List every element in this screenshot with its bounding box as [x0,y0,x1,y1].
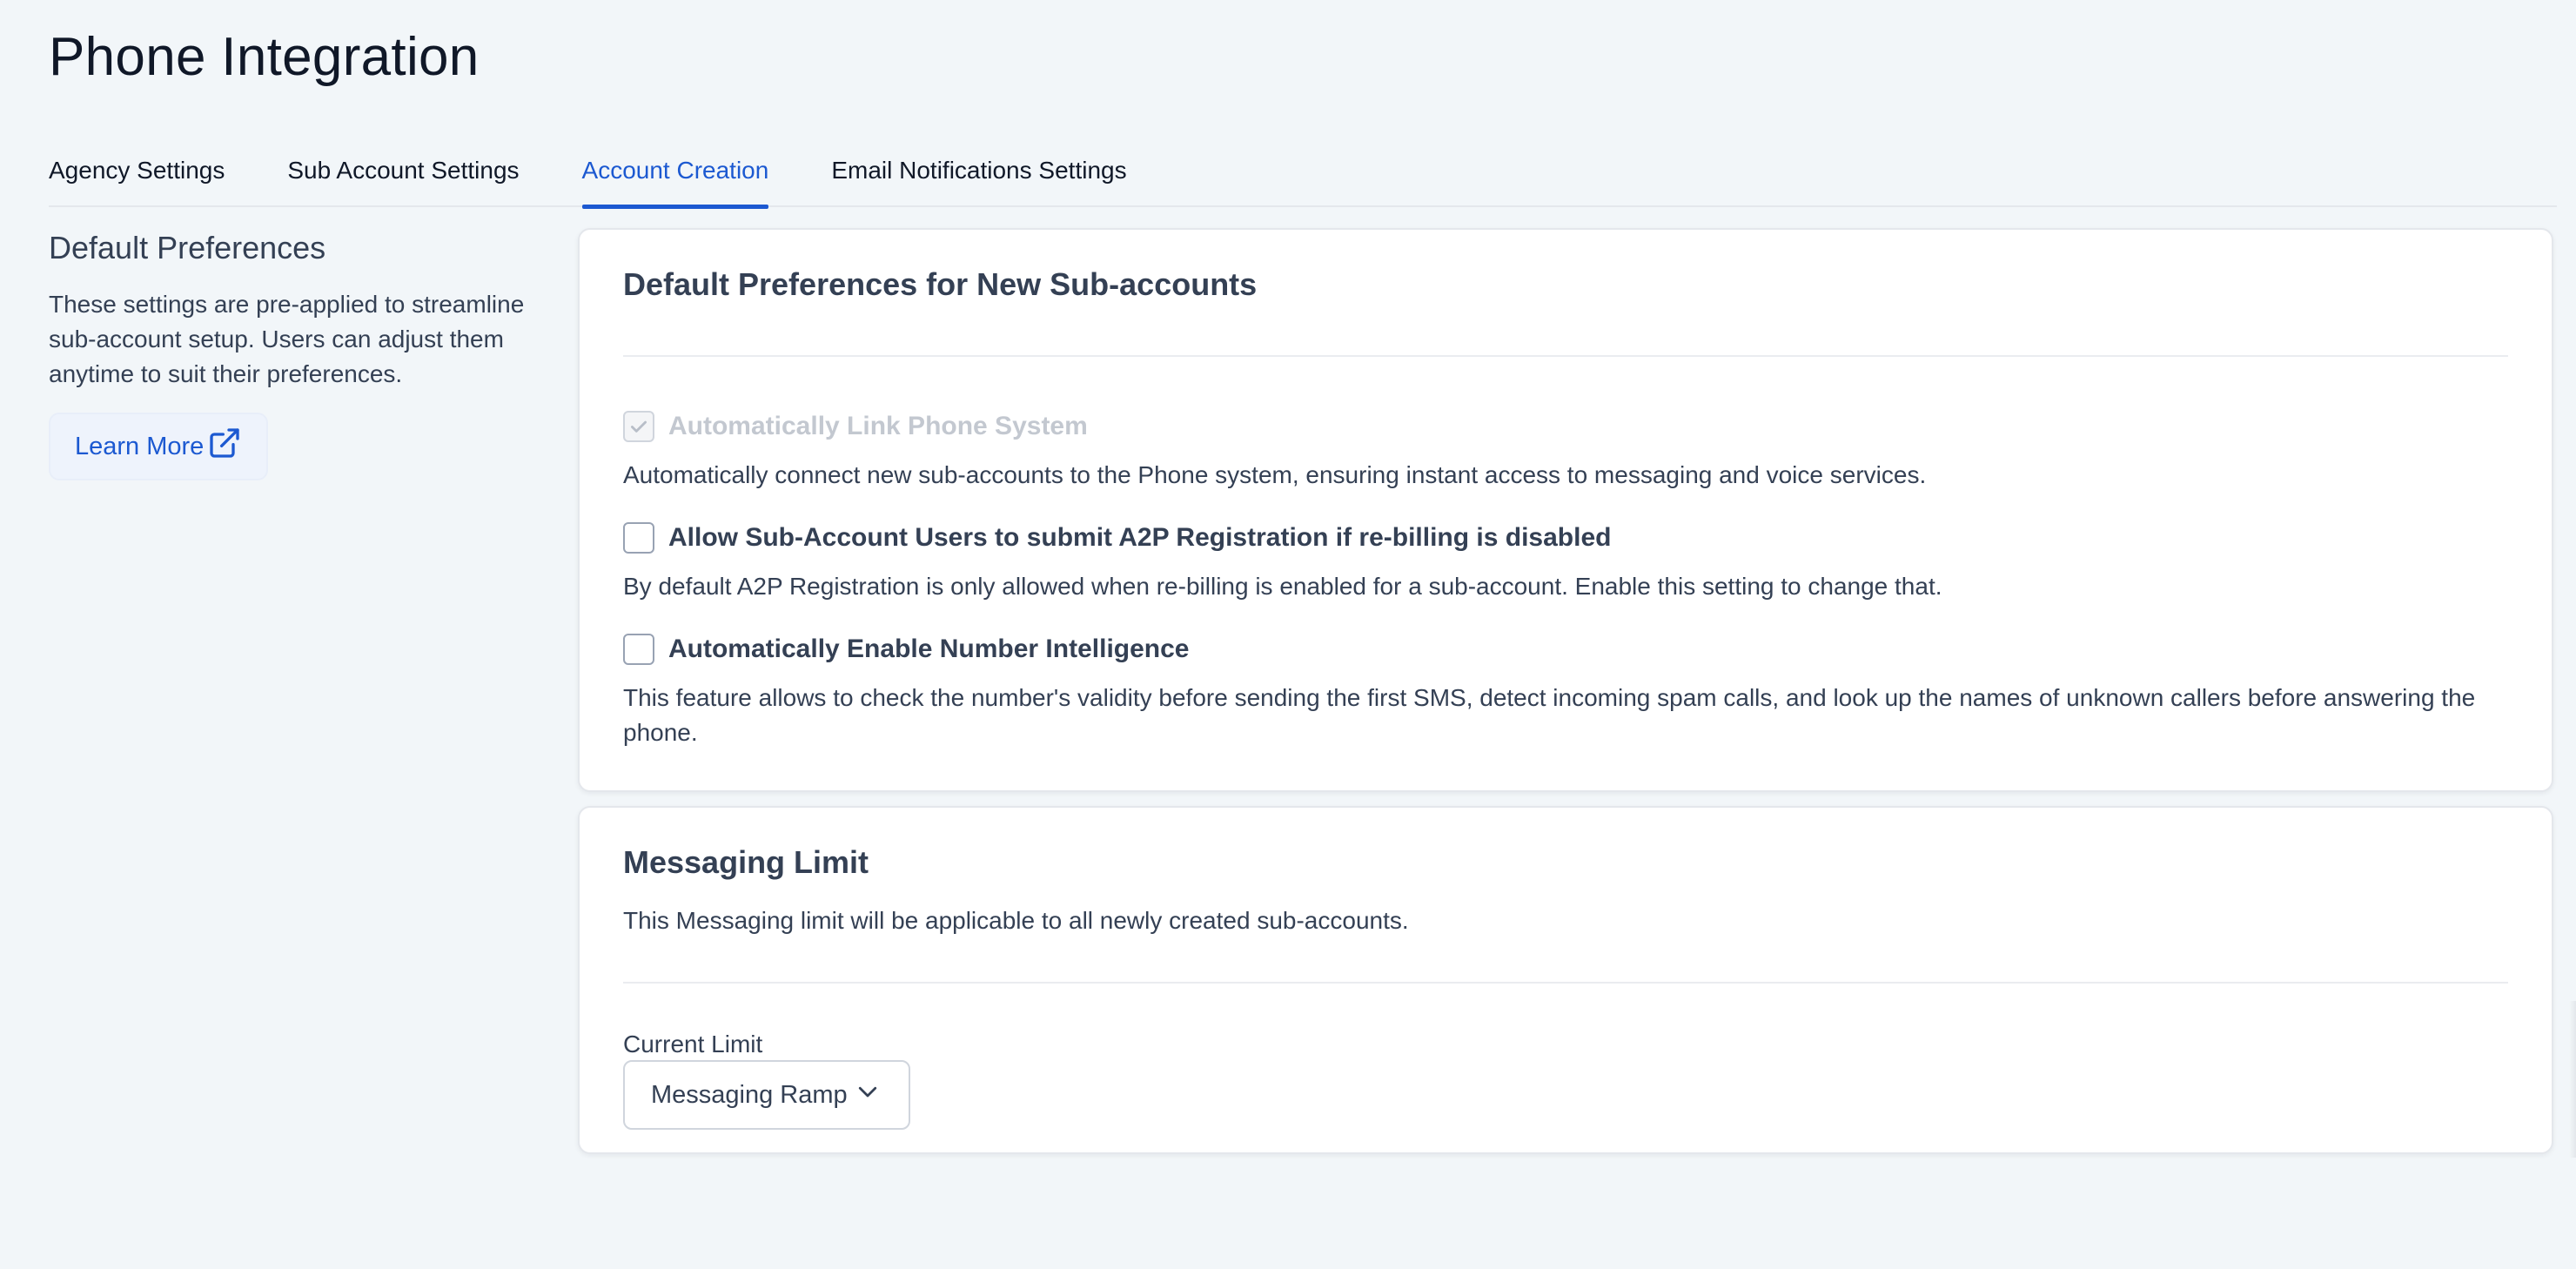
messaging-limit-description: This Messaging limit will be applicable … [623,907,1409,934]
default-preferences-card: Default Preferences for New Sub-accounts… [578,228,2553,792]
link-phone-system-label: Automatically Link Phone System [668,412,1088,440]
allow-a2p-registration-description: By default A2P Registration is only allo… [623,573,1942,600]
messaging-limit-divider [623,982,2508,984]
number-intelligence-description: This feature allows to check the number'… [623,684,2476,746]
option-link-phone-system: Automatically Link Phone System Automati… [623,409,2508,493]
learn-more-button[interactable]: Learn More [49,413,269,480]
default-preferences-sidebar: Default Preferences These settings are p… [49,230,536,480]
learn-more-label: Learn More [75,432,205,460]
link-phone-system-checkbox[interactable] [623,411,654,442]
check-icon [631,420,647,433]
messaging-limit-title: Messaging Limit [623,844,869,880]
allow-a2p-registration-checkbox[interactable] [623,522,654,554]
sidebar-description: These settings are pre-applied to stream… [49,291,525,387]
tab-account-creation[interactable]: Account Creation [581,143,768,209]
page-title: Phone Integration [49,27,480,87]
preferences-divider [623,355,2508,357]
scroll-edge-shadow [2569,1001,2576,1158]
external-link-icon [207,426,242,467]
messaging-limit-card: Messaging Limit This Messaging limit wil… [578,806,2553,1154]
tab-agency-settings[interactable]: Agency Settings [49,143,225,207]
allow-a2p-registration-label: Allow Sub-Account Users to submit A2P Re… [668,523,1612,552]
settings-tabs: Agency Settings Sub Account Settings Acc… [49,143,2557,209]
preferences-card-title: Default Preferences for New Sub-accounts [623,266,1258,302]
page: Phone Integration Agency Settings Sub Ac… [0,0,2576,1269]
tab-email-notifications-settings[interactable]: Email Notifications Settings [831,143,1126,207]
current-limit-select[interactable]: Messaging Ramp [623,1060,910,1130]
link-phone-system-description: Automatically connect new sub-accounts t… [623,461,1927,488]
sidebar-title: Default Preferences [49,230,326,265]
number-intelligence-label: Automatically Enable Number Intelligence [668,634,1190,663]
number-intelligence-checkbox[interactable] [623,634,654,665]
tab-sub-account-settings[interactable]: Sub Account Settings [287,143,519,207]
chevron-down-icon [855,1078,881,1111]
current-limit-label: Current Limit [623,1031,763,1058]
option-number-intelligence: Automatically Enable Number Intelligence… [623,632,2508,750]
current-limit-value: Messaging Ramp [651,1080,848,1109]
option-allow-a2p-registration: Allow Sub-Account Users to submit A2P Re… [623,520,2508,604]
